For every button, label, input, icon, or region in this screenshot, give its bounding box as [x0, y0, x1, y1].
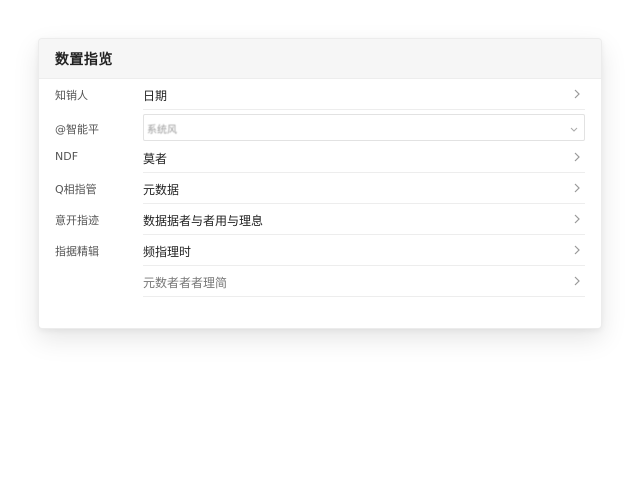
row-label: @智能平	[55, 123, 99, 136]
row-field-metadata-summary[interactable]: 元数者者者理简	[143, 266, 585, 297]
row-field-frequency[interactable]: 频指理时	[143, 235, 585, 266]
chevron-right-icon	[574, 152, 580, 162]
select-value: 系统风	[147, 125, 177, 136]
panel-header: 数置指览	[39, 39, 601, 79]
chevron-right-icon	[574, 276, 580, 286]
row-field-author[interactable]: 莫者	[143, 142, 585, 173]
row-label: 意开指迹	[55, 214, 99, 227]
row-label: 指据精辑	[55, 245, 99, 258]
settings-row: Q相指管 元数据	[39, 173, 601, 204]
settings-row: 指据精辑 频指理时	[39, 235, 601, 266]
row-label: NDF	[55, 150, 79, 163]
row-value: 莫者	[143, 152, 168, 166]
settings-row: 知销人 日期	[39, 79, 601, 110]
option-select[interactable]: 系统风	[143, 114, 585, 141]
chevron-right-icon	[574, 183, 580, 193]
row-value: 频指理时	[143, 245, 192, 259]
settings-row: 意开指迹 数据据者与者用与理息	[39, 204, 601, 235]
panel-title: 数置指览	[55, 51, 113, 68]
chevron-right-icon	[574, 89, 580, 99]
settings-row: @智能平 系统风	[39, 110, 601, 143]
row-value: 日期	[143, 89, 168, 103]
row-value: 元数者者者理简	[143, 276, 228, 290]
data-overview-panel: 数置指览 知销人 日期 @智能平 系统风 NDF 莫者 Q相指管 元数据 意开指…	[38, 38, 602, 329]
row-label: 知销人	[55, 89, 88, 102]
row-field-metadata[interactable]: 元数据	[143, 173, 585, 204]
row-value: 元数据	[143, 183, 180, 197]
chevron-down-icon	[570, 127, 578, 132]
row-field-data-usage[interactable]: 数据据者与者用与理息	[143, 204, 585, 235]
row-field-date[interactable]: 日期	[143, 79, 585, 110]
chevron-right-icon	[574, 245, 580, 255]
row-value: 数据据者与者用与理息	[143, 214, 264, 228]
chevron-right-icon	[574, 214, 580, 224]
settings-row: 元数者者者理简	[39, 266, 601, 297]
row-label: Q相指管	[55, 183, 97, 196]
settings-row: NDF 莫者	[39, 142, 601, 173]
